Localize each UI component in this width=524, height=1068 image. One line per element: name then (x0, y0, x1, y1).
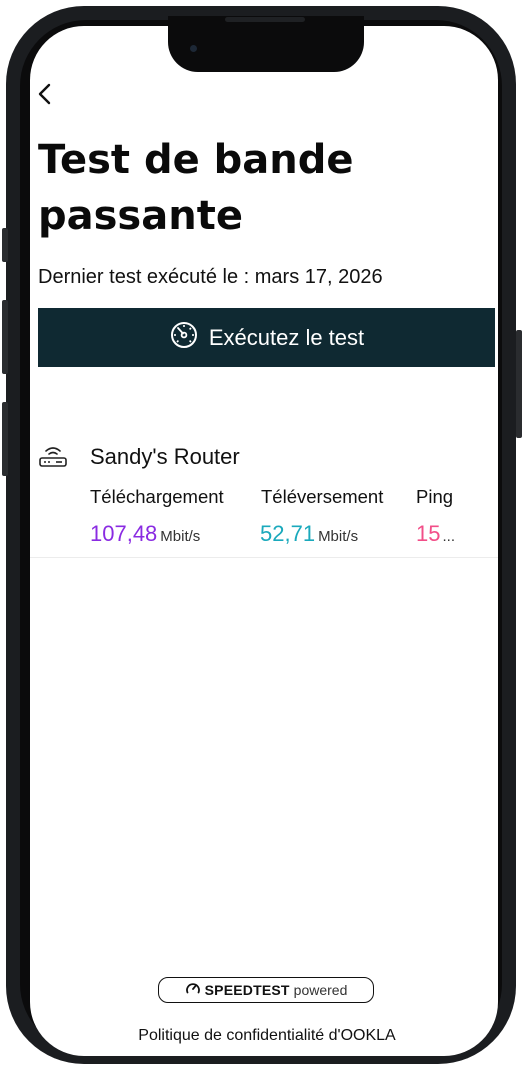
upload-unit: Mbit/s (318, 528, 359, 545)
run-test-button[interactable]: Exécutez le test (38, 308, 495, 367)
router-name: Sandy's Router (90, 444, 240, 469)
upload-value: 52,71 Mbit/s (260, 521, 358, 547)
run-test-label: Exécutez le test (208, 324, 365, 350)
upload-label: Téléversement (261, 486, 384, 507)
speedtest-gauge-icon (185, 981, 201, 1000)
metric-labels: Téléchargement Téléversement Ping (90, 486, 453, 508)
page-title: Test de bande passante (38, 137, 354, 239)
volume-up-button (2, 300, 8, 374)
router-icon (38, 444, 68, 470)
notch (168, 16, 364, 72)
download-value: 107,48 Mbit/s (90, 521, 200, 547)
upload-number: 52,71 (260, 521, 316, 546)
ping-value: 15... (416, 521, 455, 547)
volume-down-button (2, 402, 8, 476)
ping-overflow: ... (442, 528, 455, 545)
earpiece-speaker (225, 17, 305, 22)
power-button (516, 330, 522, 438)
mute-switch (2, 228, 8, 262)
download-unit: Mbit/s (160, 528, 201, 545)
chevron-left-icon[interactable] (36, 80, 56, 108)
download-number: 107,48 (90, 521, 158, 546)
divider (30, 557, 498, 558)
last-test-date: Dernier test exécuté le : mars 17, 2026 (38, 266, 383, 288)
front-camera (190, 45, 197, 52)
speedtest-brand: SPEEDTEST (204, 982, 290, 998)
privacy-policy-link[interactable]: Politique de confidentialité d'OOKLA (0, 1027, 524, 1045)
download-label: Téléchargement (90, 486, 224, 507)
speedtest-powered-badge: SPEEDTEST powered (158, 977, 374, 1003)
speedtest-powered: powered (293, 982, 348, 998)
ping-label: Ping (416, 486, 454, 507)
ping-number: 15 (416, 521, 441, 546)
speedometer-icon (169, 320, 199, 355)
